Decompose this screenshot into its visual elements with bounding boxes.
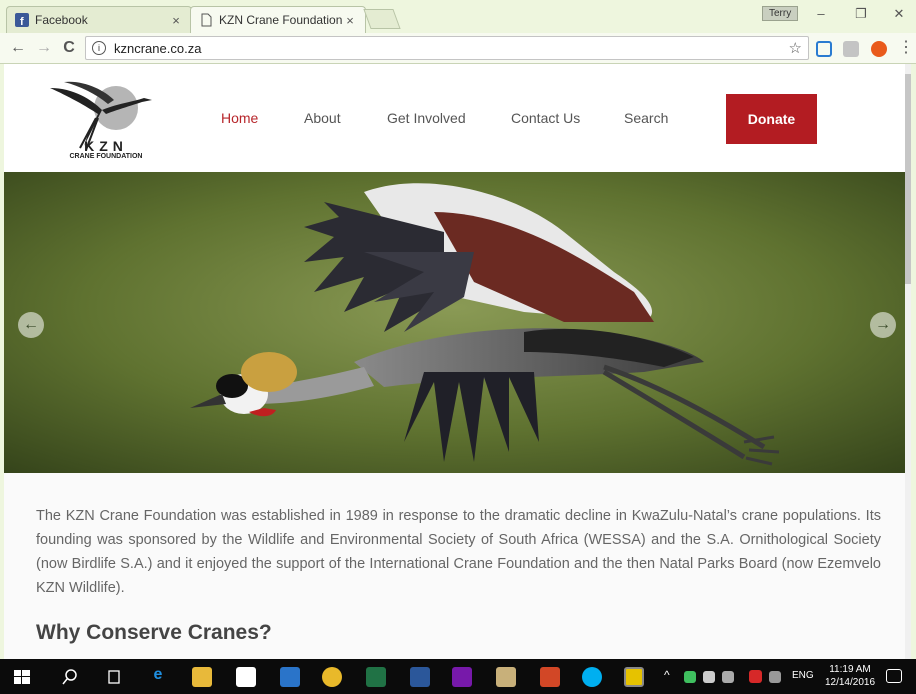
- task-view-icon[interactable]: [104, 667, 124, 687]
- nav-search[interactable]: Search: [624, 110, 668, 126]
- scrollbar-thumb[interactable]: [905, 74, 911, 284]
- url-text[interactable]: kzncrane.co.za: [114, 41, 789, 56]
- browser-toolbar: ← → C i kzncrane.co.za ☆ ⋮: [0, 33, 916, 64]
- system-clock[interactable]: 11:19 AM 12/14/2016: [822, 663, 878, 689]
- file-explorer-icon[interactable]: [192, 667, 212, 687]
- intro-paragraph: The KZN Crane Foundation was established…: [36, 508, 881, 596]
- tab-facebook[interactable]: f Facebook ×: [6, 6, 192, 33]
- people-icon[interactable]: [496, 667, 516, 687]
- close-window-icon[interactable]: ✕: [884, 6, 914, 22]
- acrobat-tray-icon[interactable]: [749, 670, 762, 683]
- tab-close-icon[interactable]: ×: [343, 13, 357, 28]
- word-icon[interactable]: [410, 667, 430, 687]
- back-icon[interactable]: ←: [8, 38, 28, 58]
- tab-label: KZN Crane Foundation –: [219, 13, 343, 27]
- logo-subtitle: CRANE FOUNDATION: [69, 153, 143, 160]
- sticky-notes-icon[interactable]: [624, 667, 644, 687]
- page-viewport: KZN CRANE FOUNDATION Home About Get Invo…: [4, 64, 911, 659]
- extension-pc-icon[interactable]: [816, 41, 832, 57]
- svg-text:f: f: [20, 16, 24, 27]
- clock-date: 12/14/2016: [824, 677, 876, 688]
- edge-icon[interactable]: e: [148, 666, 168, 684]
- app-icon[interactable]: [280, 667, 300, 687]
- facebook-icon: f: [15, 13, 29, 27]
- nav-about[interactable]: About: [304, 110, 341, 126]
- slider-next-arrow-icon[interactable]: →: [870, 312, 896, 338]
- tab-bar: f Facebook × KZN Crane Foundation – × Te…: [0, 0, 916, 33]
- slider-prev-arrow-icon[interactable]: ←: [18, 312, 44, 338]
- nav-get-involved[interactable]: Get Involved: [387, 110, 466, 126]
- address-bar[interactable]: i kzncrane.co.za ☆: [85, 36, 809, 60]
- bookmark-star-icon[interactable]: ☆: [789, 39, 802, 57]
- clock-time: 11:19 AM: [829, 664, 871, 675]
- menu-icon[interactable]: ⋮: [896, 38, 916, 58]
- language-indicator[interactable]: ENG: [792, 670, 814, 681]
- battery-icon[interactable]: [769, 671, 781, 683]
- skype-icon[interactable]: [582, 667, 602, 687]
- page-icon: [201, 13, 212, 27]
- logo-text: KZN: [84, 138, 128, 154]
- restore-icon[interactable]: ❐: [846, 6, 876, 22]
- chrome-icon[interactable]: [322, 667, 342, 687]
- nav-home[interactable]: Home: [221, 110, 258, 126]
- section-heading: Why Conserve Cranes?: [36, 621, 272, 644]
- browser-window: f Facebook × KZN Crane Foundation – × Te…: [0, 0, 916, 694]
- excel-icon[interactable]: [366, 667, 386, 687]
- network-icon[interactable]: [722, 671, 734, 683]
- tab-close-icon[interactable]: ×: [169, 13, 183, 28]
- store-icon[interactable]: [236, 667, 256, 687]
- nav-contact-us[interactable]: Contact Us: [511, 110, 580, 126]
- tray-app-icon[interactable]: [684, 671, 696, 683]
- extension-orange-icon[interactable]: [871, 41, 887, 57]
- crowned-crane-photo: [4, 172, 905, 473]
- hero-slider: ← →: [4, 172, 905, 473]
- donate-button[interactable]: Donate: [726, 94, 817, 144]
- reload-icon[interactable]: C: [59, 38, 79, 58]
- onenote-icon[interactable]: [452, 667, 472, 687]
- tab-kzn-crane[interactable]: KZN Crane Foundation – ×: [190, 6, 366, 33]
- windows-start-icon[interactable]: [12, 667, 32, 687]
- tray-expand-icon[interactable]: ^: [664, 668, 670, 682]
- notifications-icon[interactable]: [886, 669, 902, 683]
- volume-icon[interactable]: [703, 671, 715, 683]
- new-tab-button[interactable]: [363, 9, 401, 29]
- page-scrollbar[interactable]: [905, 64, 911, 659]
- site-info-icon[interactable]: i: [92, 41, 106, 55]
- tab-label: Facebook: [35, 13, 88, 27]
- search-icon[interactable]: [60, 667, 80, 687]
- minimize-icon[interactable]: –: [806, 6, 836, 21]
- intro-section: The KZN Crane Foundation was established…: [4, 473, 905, 659]
- forward-icon[interactable]: →: [34, 38, 54, 58]
- site-header: KZN CRANE FOUNDATION Home About Get Invo…: [4, 64, 905, 172]
- powerpoint-icon[interactable]: [540, 667, 560, 687]
- windows-taskbar: e ^ ENG 11:19 AM 12/14/2016: [0, 659, 916, 694]
- profile-badge[interactable]: Terry: [762, 6, 799, 21]
- dropbox-icon[interactable]: [843, 41, 859, 57]
